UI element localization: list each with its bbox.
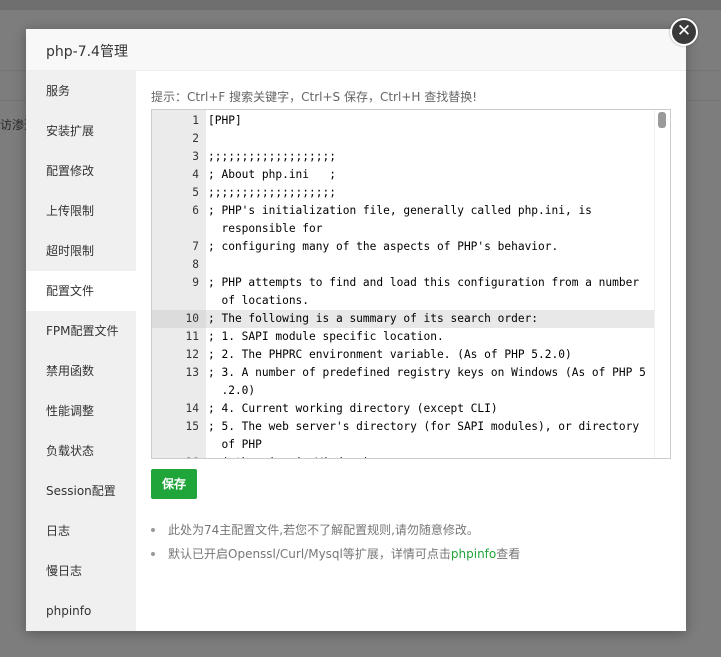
- line-number: 5: [192, 186, 199, 199]
- code-line[interactable]: of locations.: [152, 292, 654, 310]
- code-line[interactable]: 1 [PHP]: [152, 112, 654, 130]
- code-editor[interactable]: 1 [PHP] 2 3;;;;;;;;;;;;;;;;;;; 4 ; About php.…: [151, 109, 671, 459]
- line-number: 7: [192, 240, 199, 253]
- dialog-title: php-7.4管理: [46, 44, 128, 60]
- line-text: of PHP: [208, 438, 262, 451]
- code-line[interactable]: 10 ; The following is a summary of its se…: [152, 310, 654, 328]
- line-number: 2: [192, 132, 199, 145]
- bullet-icon: [151, 552, 155, 556]
- line-number: 9: [192, 276, 199, 289]
- note-text: 此处为74主配置文件,若您不了解配置规则,请勿随意修改。: [168, 523, 479, 537]
- note-text-suffix: 查看: [496, 547, 521, 561]
- code-line[interactable]: 7 ; configuring many of the aspects of PH…: [152, 238, 654, 256]
- line-text: ; 3. A number of predefined registry key…: [208, 366, 646, 379]
- sidebar-item[interactable]: 日志: [26, 511, 136, 551]
- code-line[interactable]: 2: [152, 130, 654, 148]
- code-line[interactable]: 14 ; 4. Current working directory (except…: [152, 400, 654, 418]
- save-button[interactable]: 保存: [151, 469, 197, 499]
- sidebar-item[interactable]: phpinfo: [26, 591, 136, 631]
- code-line[interactable]: 11 ; 1. SAPI module specific location.: [152, 328, 654, 346]
- code-line[interactable]: 6 ; PHP's initialization file, generally …: [152, 202, 654, 220]
- line-text: [PHP]: [208, 114, 242, 127]
- sidebar-item[interactable]: 禁用函数: [26, 351, 136, 391]
- bullet-icon: [151, 528, 155, 532]
- sidebar-item[interactable]: FPM配置文件: [26, 311, 136, 351]
- line-text: ; configuring many of the aspects of PHP…: [208, 240, 559, 253]
- sidebar-item[interactable]: 配置文件: [26, 271, 136, 311]
- code-line[interactable]: 12 ; 2. The PHPRC environment variable. (…: [152, 346, 654, 364]
- line-text: .2.0): [208, 384, 256, 397]
- sidebar-item[interactable]: 服务: [26, 71, 136, 111]
- line-text: ; 2. The PHPRC environment variable. (As…: [208, 348, 572, 361]
- php-manager-dialog: php-7.4管理 服务 安装扩展 配置修改 上传限制 超时限制 配置文件 FPM配置文件禁…: [26, 29, 686, 631]
- line-number: 8: [192, 258, 199, 271]
- line-number: 6: [192, 204, 199, 217]
- code-line[interactable]: responsible for: [152, 220, 654, 238]
- line-text: ; 1. SAPI module specific location.: [208, 330, 444, 343]
- backdrop-topbar: [0, 0, 721, 10]
- line-number: 4: [192, 168, 199, 181]
- line-text: ;;;;;;;;;;;;;;;;;;;: [208, 186, 336, 199]
- note-text-prefix: 默认已开启Openssl/Curl/Mysql等扩展，详情可点击: [168, 547, 451, 561]
- line-text: responsible for: [208, 222, 323, 235]
- dialog-header: php-7.4管理: [26, 29, 686, 71]
- line-text: ; The following is a summary of its sear…: [208, 312, 539, 325]
- sidebar-item[interactable]: Session配置: [26, 471, 136, 511]
- code-line[interactable]: 3;;;;;;;;;;;;;;;;;;;: [152, 148, 654, 166]
- code-line[interactable]: .2.0): [152, 382, 654, 400]
- editor-shortcut-tip: 提示：Ctrl+F 搜索关键字，Ctrl+S 保存，Ctrl+H 查找替换!: [151, 90, 478, 104]
- close-dialog-button[interactable]: ✕: [670, 18, 698, 46]
- close-icon: ✕: [676, 21, 692, 41]
- config-file-panel: 提示：Ctrl+F 搜索关键字，Ctrl+S 保存，Ctrl+H 查找替换! 1…: [136, 71, 686, 631]
- sidebar-item[interactable]: 慢日志: [26, 551, 136, 591]
- sidebar-item[interactable]: 负载状态: [26, 431, 136, 471]
- code-line[interactable]: 8: [152, 256, 654, 274]
- line-text: ; PHP's initialization file, generally c…: [208, 204, 592, 217]
- sidebar-item[interactable]: 超时限制: [26, 231, 136, 271]
- line-text: (otherwise in Windows): [208, 454, 369, 458]
- line-text: ; 5. The web server's directory (for SAP…: [208, 420, 640, 433]
- sidebar-item[interactable]: 上传限制: [26, 191, 136, 231]
- editor-scrollbar-thumb[interactable]: [658, 112, 666, 128]
- code-line[interactable]: 5;;;;;;;;;;;;;;;;;;;: [152, 184, 654, 202]
- note-text: 默认已开启Openssl/Curl/Mysql等扩展，详情可点击phpinfo查…: [168, 545, 520, 563]
- line-number: 11: [185, 330, 199, 343]
- code-line[interactable]: 4 ; About php.ini ;: [152, 166, 654, 184]
- line-text: ; 4. Current working directory (except C…: [208, 402, 498, 415]
- line-number: 1: [192, 114, 199, 127]
- line-text: ;;;;;;;;;;;;;;;;;;;: [208, 150, 336, 163]
- line-number: 12: [185, 348, 199, 361]
- line-number: 3: [192, 150, 199, 163]
- line-number: 13: [185, 366, 199, 379]
- dialog-sidebar: 服务 安装扩展 配置修改 上传限制 超时限制 配置文件 FPM配置文件 禁用函数 性能调整 负载状…: [26, 71, 136, 631]
- sidebar-item[interactable]: 性能调整: [26, 391, 136, 431]
- code-line[interactable]: 15 ; 5. The web server's directory (for S…: [152, 418, 654, 436]
- line-number: 14: [185, 402, 199, 415]
- phpinfo-link[interactable]: phpinfo: [451, 547, 496, 561]
- line-text: of locations.: [208, 294, 310, 307]
- sidebar-item[interactable]: 配置修改: [26, 151, 136, 191]
- line-number: 10: [185, 312, 199, 325]
- line-number: 16: [152, 454, 199, 458]
- sidebar-item[interactable]: 安装扩展: [26, 111, 136, 151]
- line-text: ; PHP attempts to find and load this con…: [208, 276, 640, 289]
- line-number: 15: [185, 420, 199, 433]
- code-line[interactable]: 16 (otherwise in Windows): [152, 454, 654, 458]
- code-line[interactable]: 13 ; 3. A number of predefined registry k…: [152, 364, 654, 382]
- line-text: ; About php.ini ;: [208, 168, 336, 181]
- editor-scrollbar[interactable]: [654, 110, 670, 458]
- code-line[interactable]: of PHP: [152, 436, 654, 454]
- code-line[interactable]: 9 ; PHP attempts to find and load this co…: [152, 274, 654, 292]
